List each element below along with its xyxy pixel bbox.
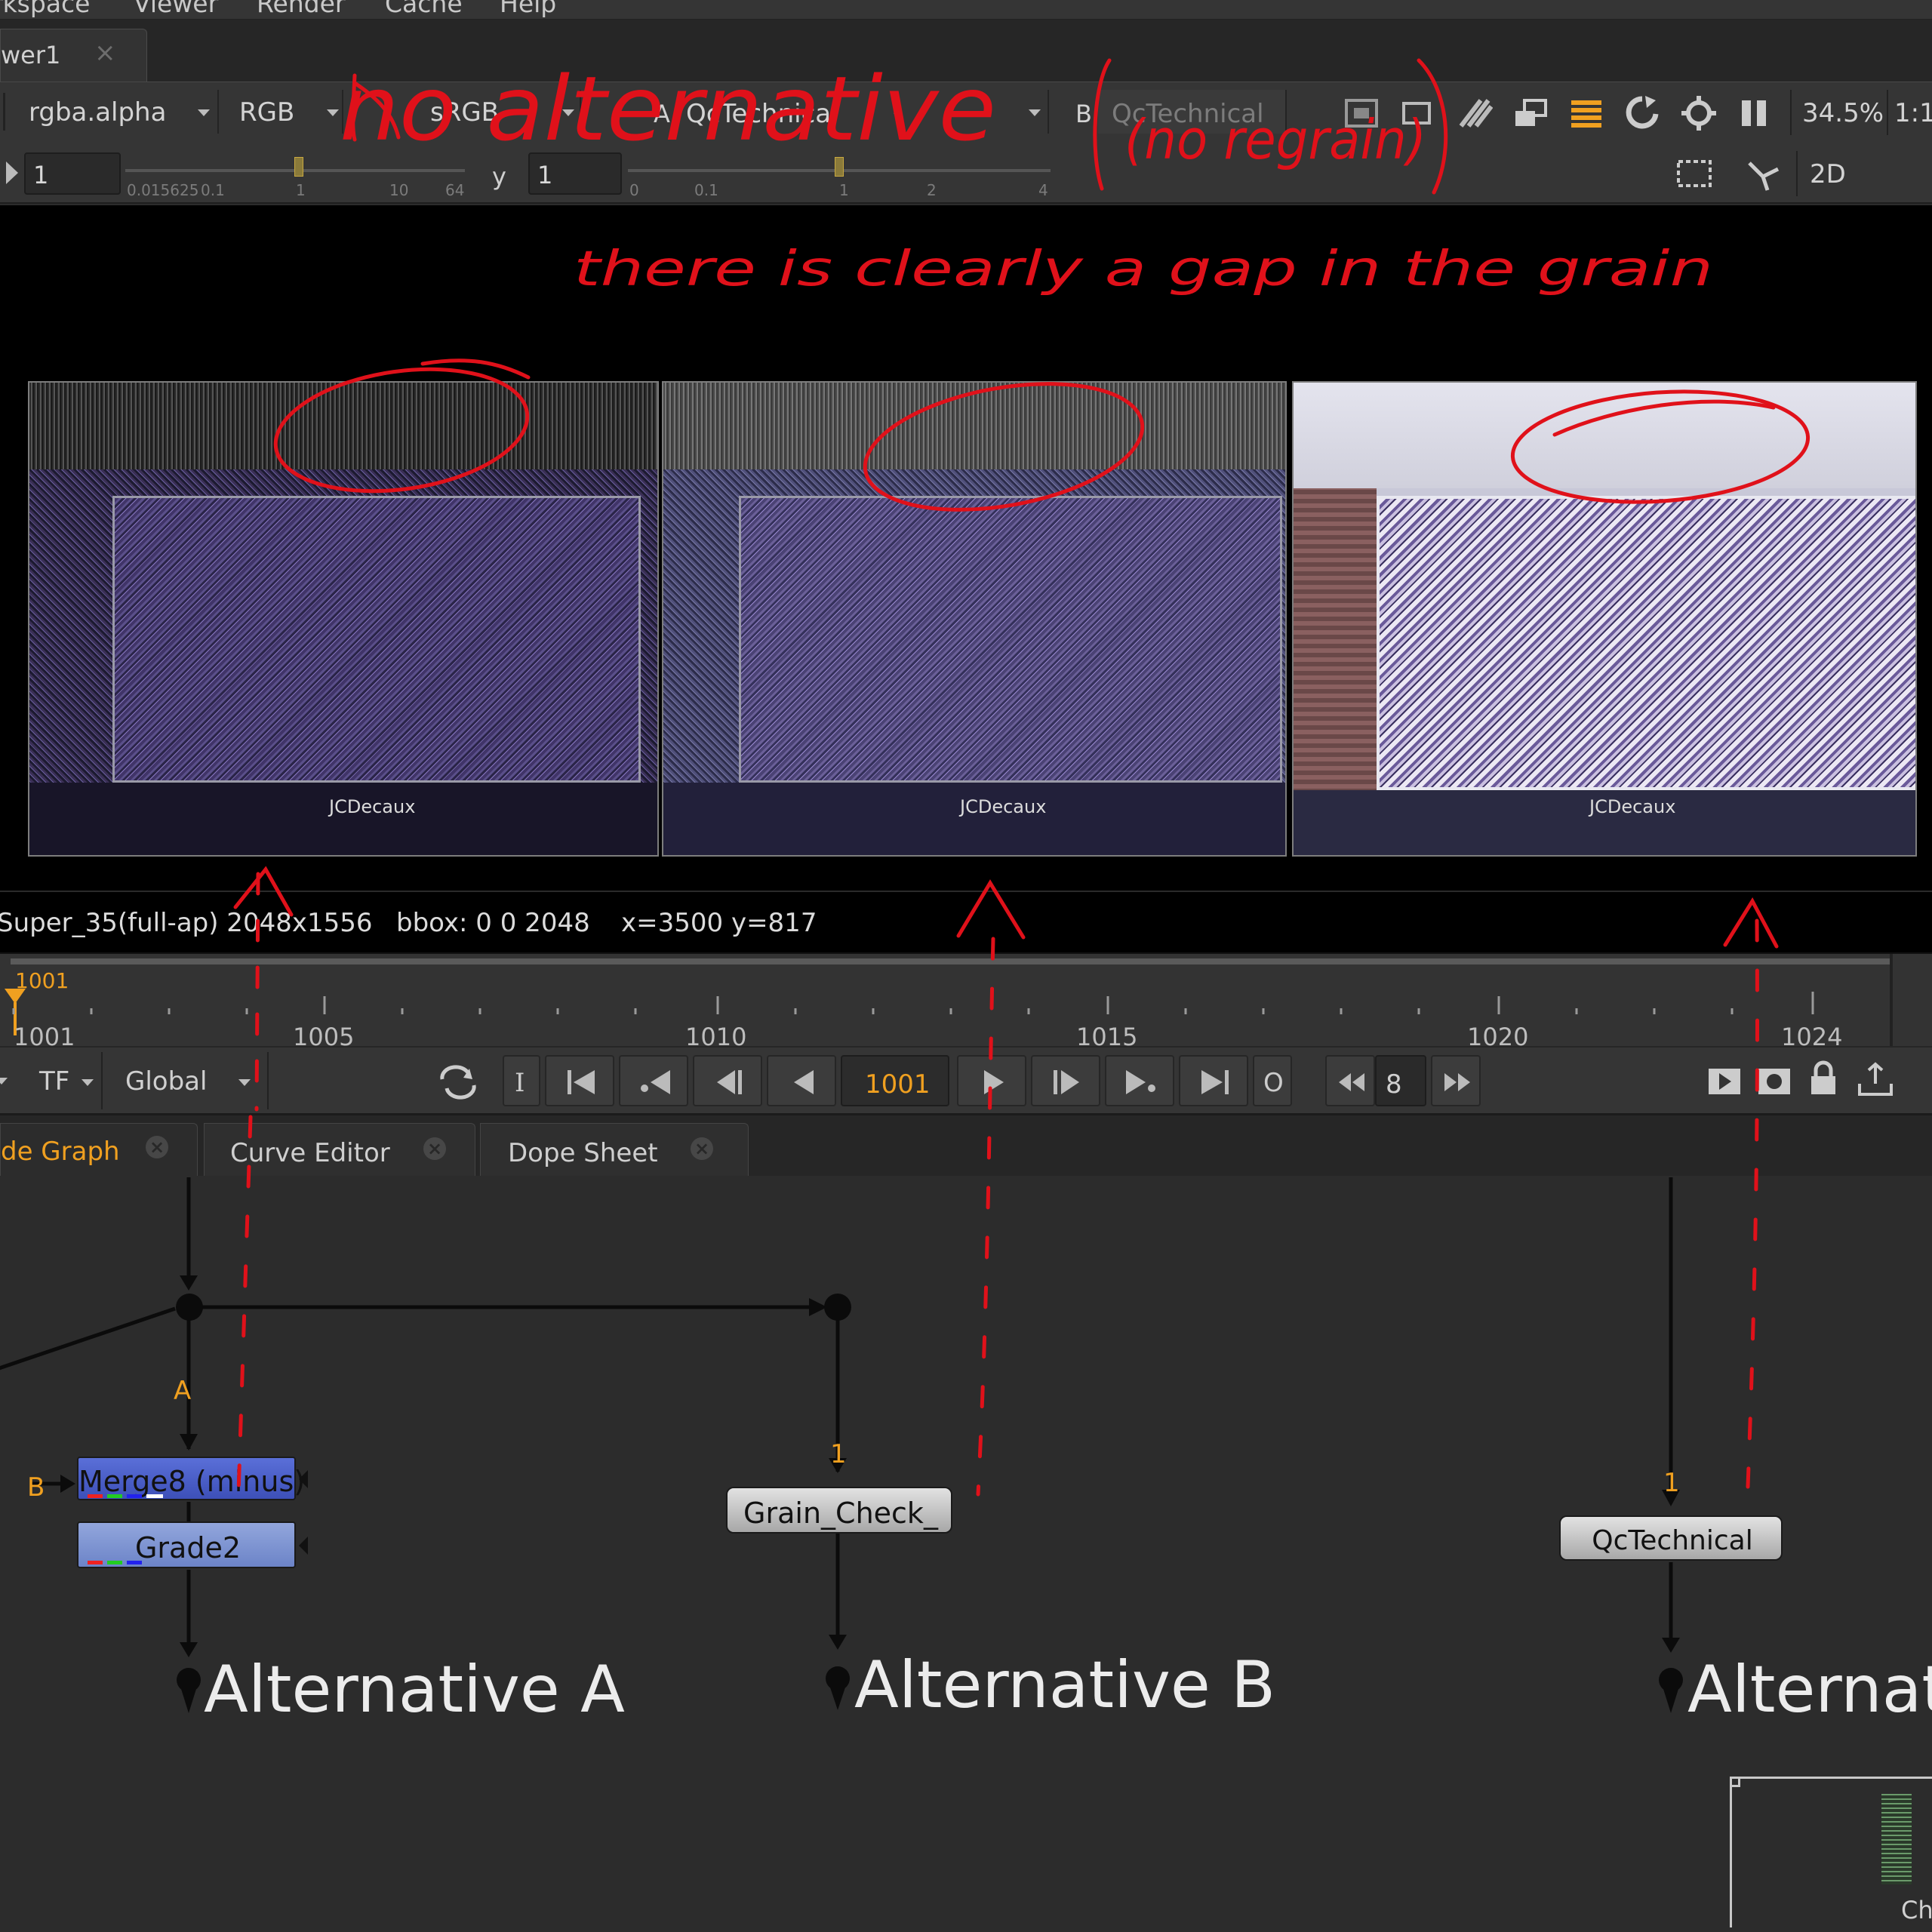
node-grain-check-label: Grain_Check_ bbox=[743, 1497, 938, 1530]
node-qctechnical[interactable]: QcTechnical bbox=[1559, 1515, 1783, 1561]
node-qctechnical-label: QcTechnical bbox=[1592, 1525, 1753, 1556]
node-output-arrow-icon bbox=[299, 1537, 308, 1555]
node-merge8-label: Merge8 (minus) bbox=[78, 1465, 306, 1498]
node-grade2[interactable]: Grade2 bbox=[77, 1521, 296, 1568]
input-a-label: A bbox=[174, 1376, 192, 1406]
input-1-label: 1 bbox=[1663, 1468, 1680, 1498]
node-merge8[interactable]: Merge8 (minus) bbox=[77, 1457, 306, 1500]
node-alternative-b[interactable]: Alternative B bbox=[854, 1653, 1275, 1718]
node-connections bbox=[0, 1177, 1683, 1713]
node-output-arrow-icon bbox=[299, 1470, 308, 1488]
node-grain-check[interactable]: Grain_Check_ bbox=[726, 1487, 952, 1534]
nuke-window: rkspace Viewer Render Cache Help wer1 × … bbox=[0, 0, 1932, 1932]
node-alternative-c[interactable]: Alternat bbox=[1687, 1657, 1932, 1722]
input-1-label: 1 bbox=[830, 1439, 847, 1469]
node-graph-minimap[interactable]: Ch bbox=[1730, 1777, 1932, 1927]
minimap-label: Ch bbox=[1901, 1896, 1932, 1924]
node-grade2-label: Grade2 bbox=[134, 1531, 242, 1564]
input-b-label: B bbox=[27, 1472, 45, 1503]
node-alternative-a[interactable]: Alternative A bbox=[204, 1657, 625, 1722]
